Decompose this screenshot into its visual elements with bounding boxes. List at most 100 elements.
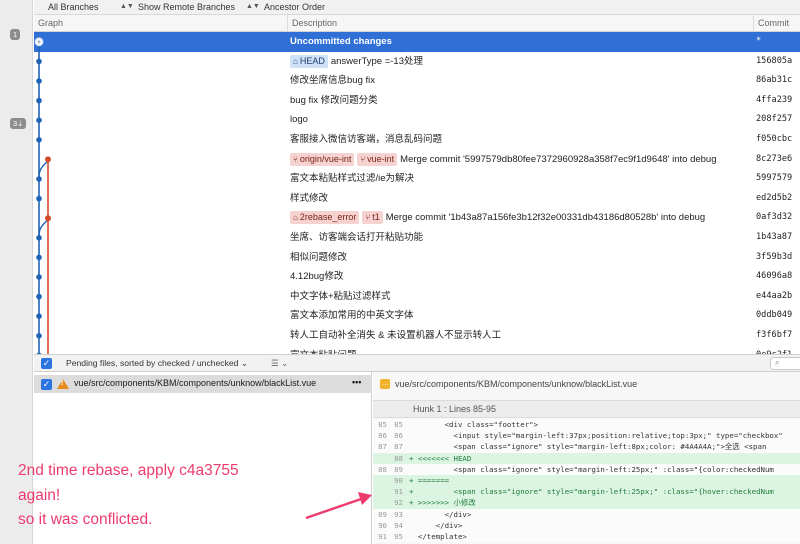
list-view-menu[interactable]: ☰ ⌄ bbox=[271, 358, 288, 369]
branch-label[interactable]: ⑂ origin/vue-int bbox=[290, 152, 355, 166]
commit-hash: f050cbc bbox=[756, 134, 793, 144]
commit-message: Uncommitted changes bbox=[290, 36, 392, 47]
branch-label[interactable]: ⑂ t1 bbox=[362, 211, 383, 225]
commit-description: bug fix 修改问题分类 bbox=[290, 91, 378, 111]
ancestor-order-select[interactable]: Ancestor Order bbox=[264, 1, 325, 13]
commit-description: ⌂ 2rebase_error ⑂ t1 Merge commit '1b43a87a1… bbox=[290, 208, 705, 228]
commit-hash: e44aa2b bbox=[756, 290, 793, 301]
file-checkbox[interactable]: ✓ bbox=[41, 379, 52, 390]
modified-file-icon: … bbox=[380, 379, 390, 389]
commit-message: answerType =-13处理 bbox=[330, 55, 423, 67]
commit-description: 富文本粘贴问题 bbox=[290, 346, 357, 354]
graph-node bbox=[36, 58, 42, 65]
commit-description: Uncommitted changes bbox=[290, 32, 392, 52]
ref-name: vue-int bbox=[367, 153, 395, 164]
commit-table-header: Graph Description Commit bbox=[34, 15, 800, 32]
branch-icon: ⑂ bbox=[293, 154, 298, 164]
diff-line-added: 92 + >>>>>>> 小修改 bbox=[373, 497, 800, 509]
diff-line-context: 85 85 <div class="footter"> bbox=[373, 419, 800, 431]
gutter-badge-count[interactable]: 1 bbox=[10, 29, 21, 40]
new-line-number: 94 bbox=[394, 520, 403, 530]
new-line-number: 86 bbox=[394, 431, 403, 441]
show-remote-branches-select[interactable]: Show Remote Branches bbox=[138, 1, 235, 13]
search-input[interactable]: ⌕ bbox=[770, 357, 800, 370]
new-line-number: 91 bbox=[394, 487, 403, 497]
more-icon[interactable]: ••• bbox=[352, 377, 361, 387]
graph-node bbox=[36, 293, 42, 300]
diff-line-text: <span class="ignore" style="margin-left:… bbox=[409, 442, 767, 452]
commit-message: 中文字体+粘贴过滤样式 bbox=[290, 290, 391, 302]
ref-name: t1 bbox=[372, 212, 380, 223]
old-line-number: 88 bbox=[378, 464, 387, 474]
column-header-description[interactable]: Description bbox=[288, 15, 754, 31]
warning-mark: ! bbox=[61, 380, 64, 387]
chevron-updown-icon: ▲▼ bbox=[120, 3, 134, 10]
commit-hash: 46096a8 bbox=[756, 271, 793, 282]
diff-line-text: + ======= bbox=[409, 475, 450, 485]
graph-node bbox=[36, 97, 42, 104]
gutter-badge-behind[interactable]: 3⇣ bbox=[10, 118, 27, 129]
diff-line-text: <span class="ignore" style="margin-left:… bbox=[409, 464, 774, 474]
all-branches-select[interactable]: All Branches bbox=[48, 1, 99, 13]
commit-description: 富文本粘贴样式过滤/ie为解决 bbox=[290, 169, 414, 189]
tag-icon: ⌂ bbox=[293, 56, 298, 66]
commit-hash: 86ab31c bbox=[756, 75, 793, 86]
pending-sort-select[interactable]: Pending files, sorted by checked / unche… bbox=[66, 358, 248, 369]
commit-hash: 4ffa239 bbox=[756, 94, 793, 105]
commit-description: logo bbox=[290, 110, 308, 130]
select-all-checkbox[interactable]: ✓ bbox=[41, 358, 52, 369]
diff-line-context: 89 93 </div> bbox=[373, 508, 800, 520]
commit-message: 相似问题修改 bbox=[290, 251, 348, 263]
diff-line-text: </template> bbox=[409, 531, 467, 541]
new-line-number: 88 bbox=[394, 453, 403, 463]
graph-node bbox=[36, 313, 42, 320]
commit-message: bug fix 修改问题分类 bbox=[290, 94, 378, 106]
tag-label[interactable]: ⌂ HEAD bbox=[290, 54, 328, 68]
diff-lines: 85 85 <div class="footter"> 86 86 <input st… bbox=[373, 419, 800, 543]
diff-panel: … vue/src/components/KBM/components/unkn… bbox=[373, 372, 800, 544]
graph-node-center bbox=[37, 40, 41, 44]
commit-message: 富文本粘贴样式过滤/ie为解决 bbox=[290, 173, 415, 185]
new-line-number: 95 bbox=[394, 531, 403, 541]
file-row[interactable]: ✓ ! vue/src/components/KBM/components/un… bbox=[34, 375, 372, 393]
commit-message: Merge commit '5997579db80fee7372960928a3… bbox=[400, 153, 717, 165]
file-path: vue/src/components/KBM/components/unknow… bbox=[74, 378, 317, 388]
new-line-number: 89 bbox=[394, 464, 403, 474]
graph-node bbox=[36, 274, 42, 280]
commit-description: 客服接入微信访客端，消息乱码问题 bbox=[290, 130, 442, 150]
annotation-line-1: 2nd time rebase, apply c4a3755 bbox=[18, 462, 239, 479]
commit-hash: ed2d5b2 bbox=[756, 192, 793, 203]
commit-hash: f3f6bf7 bbox=[756, 330, 793, 340]
new-line-number: 85 bbox=[394, 420, 403, 429]
diff-line-text: </div> bbox=[409, 509, 472, 519]
graph-node-merge bbox=[45, 215, 51, 222]
commit-hash: 0ddb049 bbox=[756, 310, 793, 321]
commit-graph bbox=[34, 37, 51, 354]
commit-message: logo bbox=[290, 114, 308, 126]
column-header-commit[interactable]: Commit bbox=[754, 15, 800, 31]
commit-hash: 1b43a87 bbox=[756, 232, 793, 242]
diff-line-added: 91 + <span class="ignore" style="margin-l… bbox=[373, 486, 800, 498]
column-header-graph[interactable]: Graph bbox=[34, 15, 288, 31]
branch-label[interactable]: ⑂ vue-int bbox=[357, 152, 398, 166]
diff-line-text: + >>>>>>> 小修改 bbox=[409, 498, 476, 508]
diff-line-context: 88 89 <span class="ignore" style="margin-… bbox=[373, 463, 800, 475]
diff-line-added: 90 + ======= bbox=[373, 474, 800, 487]
graph-node bbox=[36, 78, 42, 84]
commit-description: 样式修改 bbox=[290, 189, 328, 209]
commit-hash: 5997579 bbox=[756, 173, 793, 184]
commit-hash: 156805a bbox=[756, 55, 793, 66]
diff-line-context: 87 87 <span class="ignore" style="margin-… bbox=[373, 441, 800, 453]
graph-node-merge bbox=[45, 156, 51, 163]
diff-line-context: 90 94 </div> bbox=[373, 519, 800, 531]
hunk-header: Hunk 1 : Lines 85-95 bbox=[373, 400, 800, 418]
commit-description: 修改坐席信息bug fix bbox=[290, 71, 375, 91]
commit-message: 4.12bug修改 bbox=[290, 271, 344, 283]
commit-message: 客服接入微信访客端，消息乱码问题 bbox=[290, 134, 443, 145]
new-line-number: 90 bbox=[394, 475, 403, 485]
commit-description: 坐席、访客端会话打开粘贴功能 bbox=[290, 228, 423, 248]
tag-label[interactable]: ⌂ 2rebase_error bbox=[290, 211, 360, 225]
diff-line-text: <div class="footter"> bbox=[409, 420, 539, 429]
diff-line-context: 86 86 <input style="margin-left:37px;posi… bbox=[373, 430, 800, 442]
graph-node bbox=[36, 235, 42, 241]
